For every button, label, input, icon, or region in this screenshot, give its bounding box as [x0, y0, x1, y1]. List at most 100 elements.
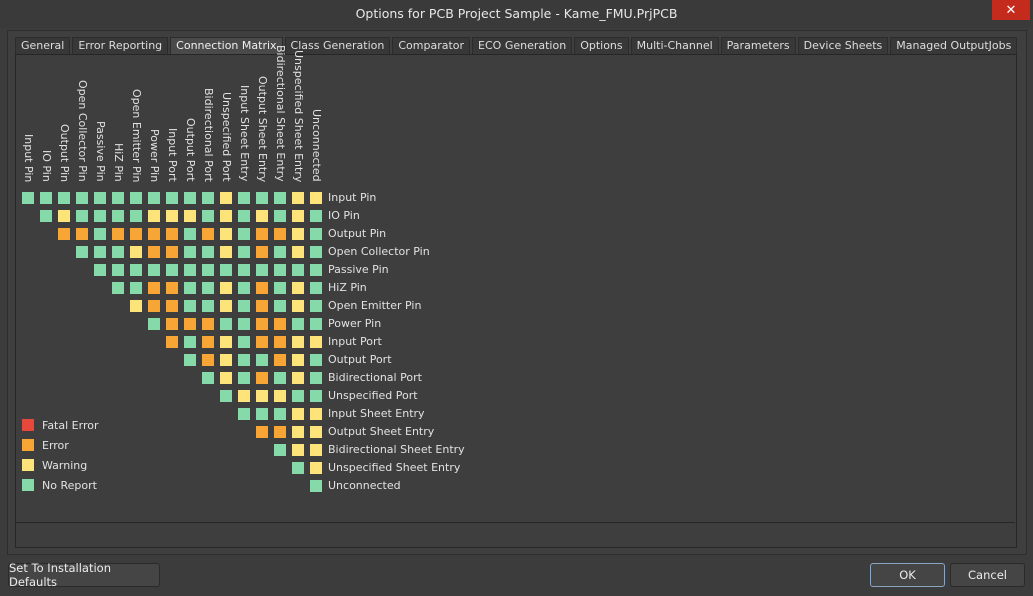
matrix-cell[interactable] — [256, 246, 268, 258]
tab-device-sheets[interactable]: Device Sheets — [797, 37, 889, 54]
matrix-cell[interactable] — [130, 282, 142, 294]
matrix-cell[interactable] — [220, 282, 232, 294]
matrix-cell[interactable] — [256, 192, 268, 204]
matrix-cell[interactable] — [292, 192, 304, 204]
cancel-button[interactable]: Cancel — [950, 563, 1025, 587]
matrix-cell[interactable] — [310, 192, 322, 204]
matrix-cell[interactable] — [76, 228, 88, 240]
matrix-cell[interactable] — [184, 354, 196, 366]
matrix-cell[interactable] — [274, 408, 286, 420]
matrix-cell[interactable] — [274, 246, 286, 258]
matrix-cell[interactable] — [292, 426, 304, 438]
matrix-cell[interactable] — [148, 192, 160, 204]
matrix-cell[interactable] — [112, 210, 124, 222]
matrix-cell[interactable] — [202, 246, 214, 258]
matrix-cell[interactable] — [238, 210, 250, 222]
matrix-cell[interactable] — [76, 246, 88, 258]
matrix-cell[interactable] — [292, 462, 304, 474]
matrix-cell[interactable] — [274, 210, 286, 222]
matrix-cell[interactable] — [130, 210, 142, 222]
matrix-cell[interactable] — [202, 210, 214, 222]
matrix-cell[interactable] — [238, 246, 250, 258]
matrix-cell[interactable] — [256, 354, 268, 366]
matrix-cell[interactable] — [94, 228, 106, 240]
matrix-cell[interactable] — [220, 372, 232, 384]
matrix-cell[interactable] — [220, 210, 232, 222]
matrix-cell[interactable] — [202, 192, 214, 204]
matrix-cell[interactable] — [274, 318, 286, 330]
tab-eco-generation[interactable]: ECO Generation — [472, 37, 573, 54]
matrix-cell[interactable] — [238, 264, 250, 276]
matrix-cell[interactable] — [76, 210, 88, 222]
matrix-cell[interactable] — [94, 246, 106, 258]
matrix-cell[interactable] — [310, 390, 322, 402]
matrix-cell[interactable] — [130, 246, 142, 258]
matrix-cell[interactable] — [310, 372, 322, 384]
matrix-cell[interactable] — [148, 246, 160, 258]
matrix-cell[interactable] — [310, 318, 322, 330]
matrix-cell[interactable] — [274, 390, 286, 402]
matrix-cell[interactable] — [274, 192, 286, 204]
matrix-cell[interactable] — [292, 354, 304, 366]
tab-comparator[interactable]: Comparator — [392, 37, 471, 54]
matrix-cell[interactable] — [310, 210, 322, 222]
matrix-cell[interactable] — [112, 192, 124, 204]
matrix-cell[interactable] — [184, 228, 196, 240]
matrix-cell[interactable] — [238, 372, 250, 384]
matrix-cell[interactable] — [76, 192, 88, 204]
matrix-cell[interactable] — [202, 318, 214, 330]
tab-managed-outputjobs[interactable]: Managed OutputJobs — [890, 37, 1018, 54]
matrix-cell[interactable] — [202, 372, 214, 384]
matrix-cell[interactable] — [148, 318, 160, 330]
matrix-cell[interactable] — [166, 264, 178, 276]
matrix-cell[interactable] — [292, 282, 304, 294]
matrix-cell[interactable] — [256, 264, 268, 276]
matrix-cell[interactable] — [58, 228, 70, 240]
matrix-cell[interactable] — [238, 282, 250, 294]
matrix-cell[interactable] — [274, 300, 286, 312]
matrix-cell[interactable] — [256, 426, 268, 438]
matrix-cell[interactable] — [22, 192, 34, 204]
matrix-cell[interactable] — [274, 264, 286, 276]
matrix-cell[interactable] — [184, 282, 196, 294]
matrix-cell[interactable] — [310, 282, 322, 294]
matrix-cell[interactable] — [166, 246, 178, 258]
matrix-cell[interactable] — [202, 228, 214, 240]
matrix-cell[interactable] — [292, 336, 304, 348]
matrix-cell[interactable] — [148, 228, 160, 240]
matrix-cell[interactable] — [310, 354, 322, 366]
matrix-cell[interactable] — [112, 282, 124, 294]
matrix-cell[interactable] — [274, 336, 286, 348]
matrix-cell[interactable] — [292, 210, 304, 222]
matrix-cell[interactable] — [238, 354, 250, 366]
matrix-cell[interactable] — [310, 462, 322, 474]
matrix-cell[interactable] — [148, 210, 160, 222]
matrix-cell[interactable] — [202, 354, 214, 366]
tab-multi-channel[interactable]: Multi-Channel — [630, 37, 719, 54]
matrix-cell[interactable] — [310, 408, 322, 420]
matrix-cell[interactable] — [184, 210, 196, 222]
matrix-cell[interactable] — [274, 282, 286, 294]
matrix-cell[interactable] — [202, 300, 214, 312]
matrix-cell[interactable] — [148, 264, 160, 276]
tab-parameters[interactable]: Parameters — [720, 37, 796, 54]
matrix-cell[interactable] — [256, 336, 268, 348]
matrix-cell[interactable] — [220, 390, 232, 402]
matrix-cell[interactable] — [112, 264, 124, 276]
matrix-cell[interactable] — [274, 372, 286, 384]
matrix-cell[interactable] — [238, 390, 250, 402]
matrix-cell[interactable] — [310, 246, 322, 258]
matrix-cell[interactable] — [166, 228, 178, 240]
matrix-cell[interactable] — [94, 192, 106, 204]
matrix-cell[interactable] — [220, 246, 232, 258]
matrix-cell[interactable] — [148, 300, 160, 312]
matrix-cell[interactable] — [238, 192, 250, 204]
matrix-cell[interactable] — [256, 210, 268, 222]
matrix-cell[interactable] — [256, 300, 268, 312]
matrix-cell[interactable] — [274, 444, 286, 456]
matrix-cell[interactable] — [184, 264, 196, 276]
matrix-cell[interactable] — [166, 336, 178, 348]
matrix-cell[interactable] — [310, 480, 322, 492]
matrix-cell[interactable] — [112, 228, 124, 240]
matrix-cell[interactable] — [292, 390, 304, 402]
